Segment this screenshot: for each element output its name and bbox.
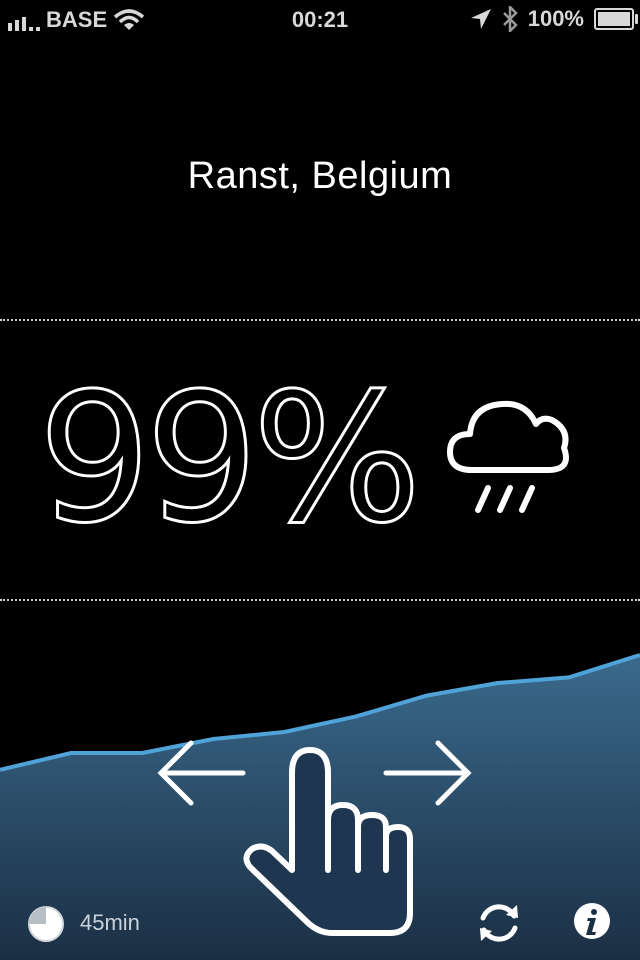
info-icon[interactable] [573, 902, 611, 940]
precipitation-value: 99% [37, 355, 424, 562]
arrow-left-icon [157, 740, 246, 806]
location-arrow-icon [470, 9, 491, 29]
top-divider [0, 319, 640, 321]
location-title[interactable]: Ranst, Belgium [0, 155, 640, 198]
timer-pie-wedge [29, 907, 46, 924]
battery-icon [594, 8, 638, 30]
battery-label: 100% [527, 6, 584, 31]
status-right: 100% [470, 6, 638, 32]
timer-pie-icon[interactable] [26, 904, 66, 944]
status-bar: BASE 00:21 100% [0, 0, 640, 40]
bottom-divider [0, 599, 640, 601]
bluetooth-icon [502, 6, 518, 32]
timer-label[interactable]: 45min [80, 910, 140, 936]
rain-cloud-icon [447, 400, 569, 513]
hand-swipe-icon [243, 747, 413, 936]
refresh-icon[interactable] [474, 898, 524, 948]
